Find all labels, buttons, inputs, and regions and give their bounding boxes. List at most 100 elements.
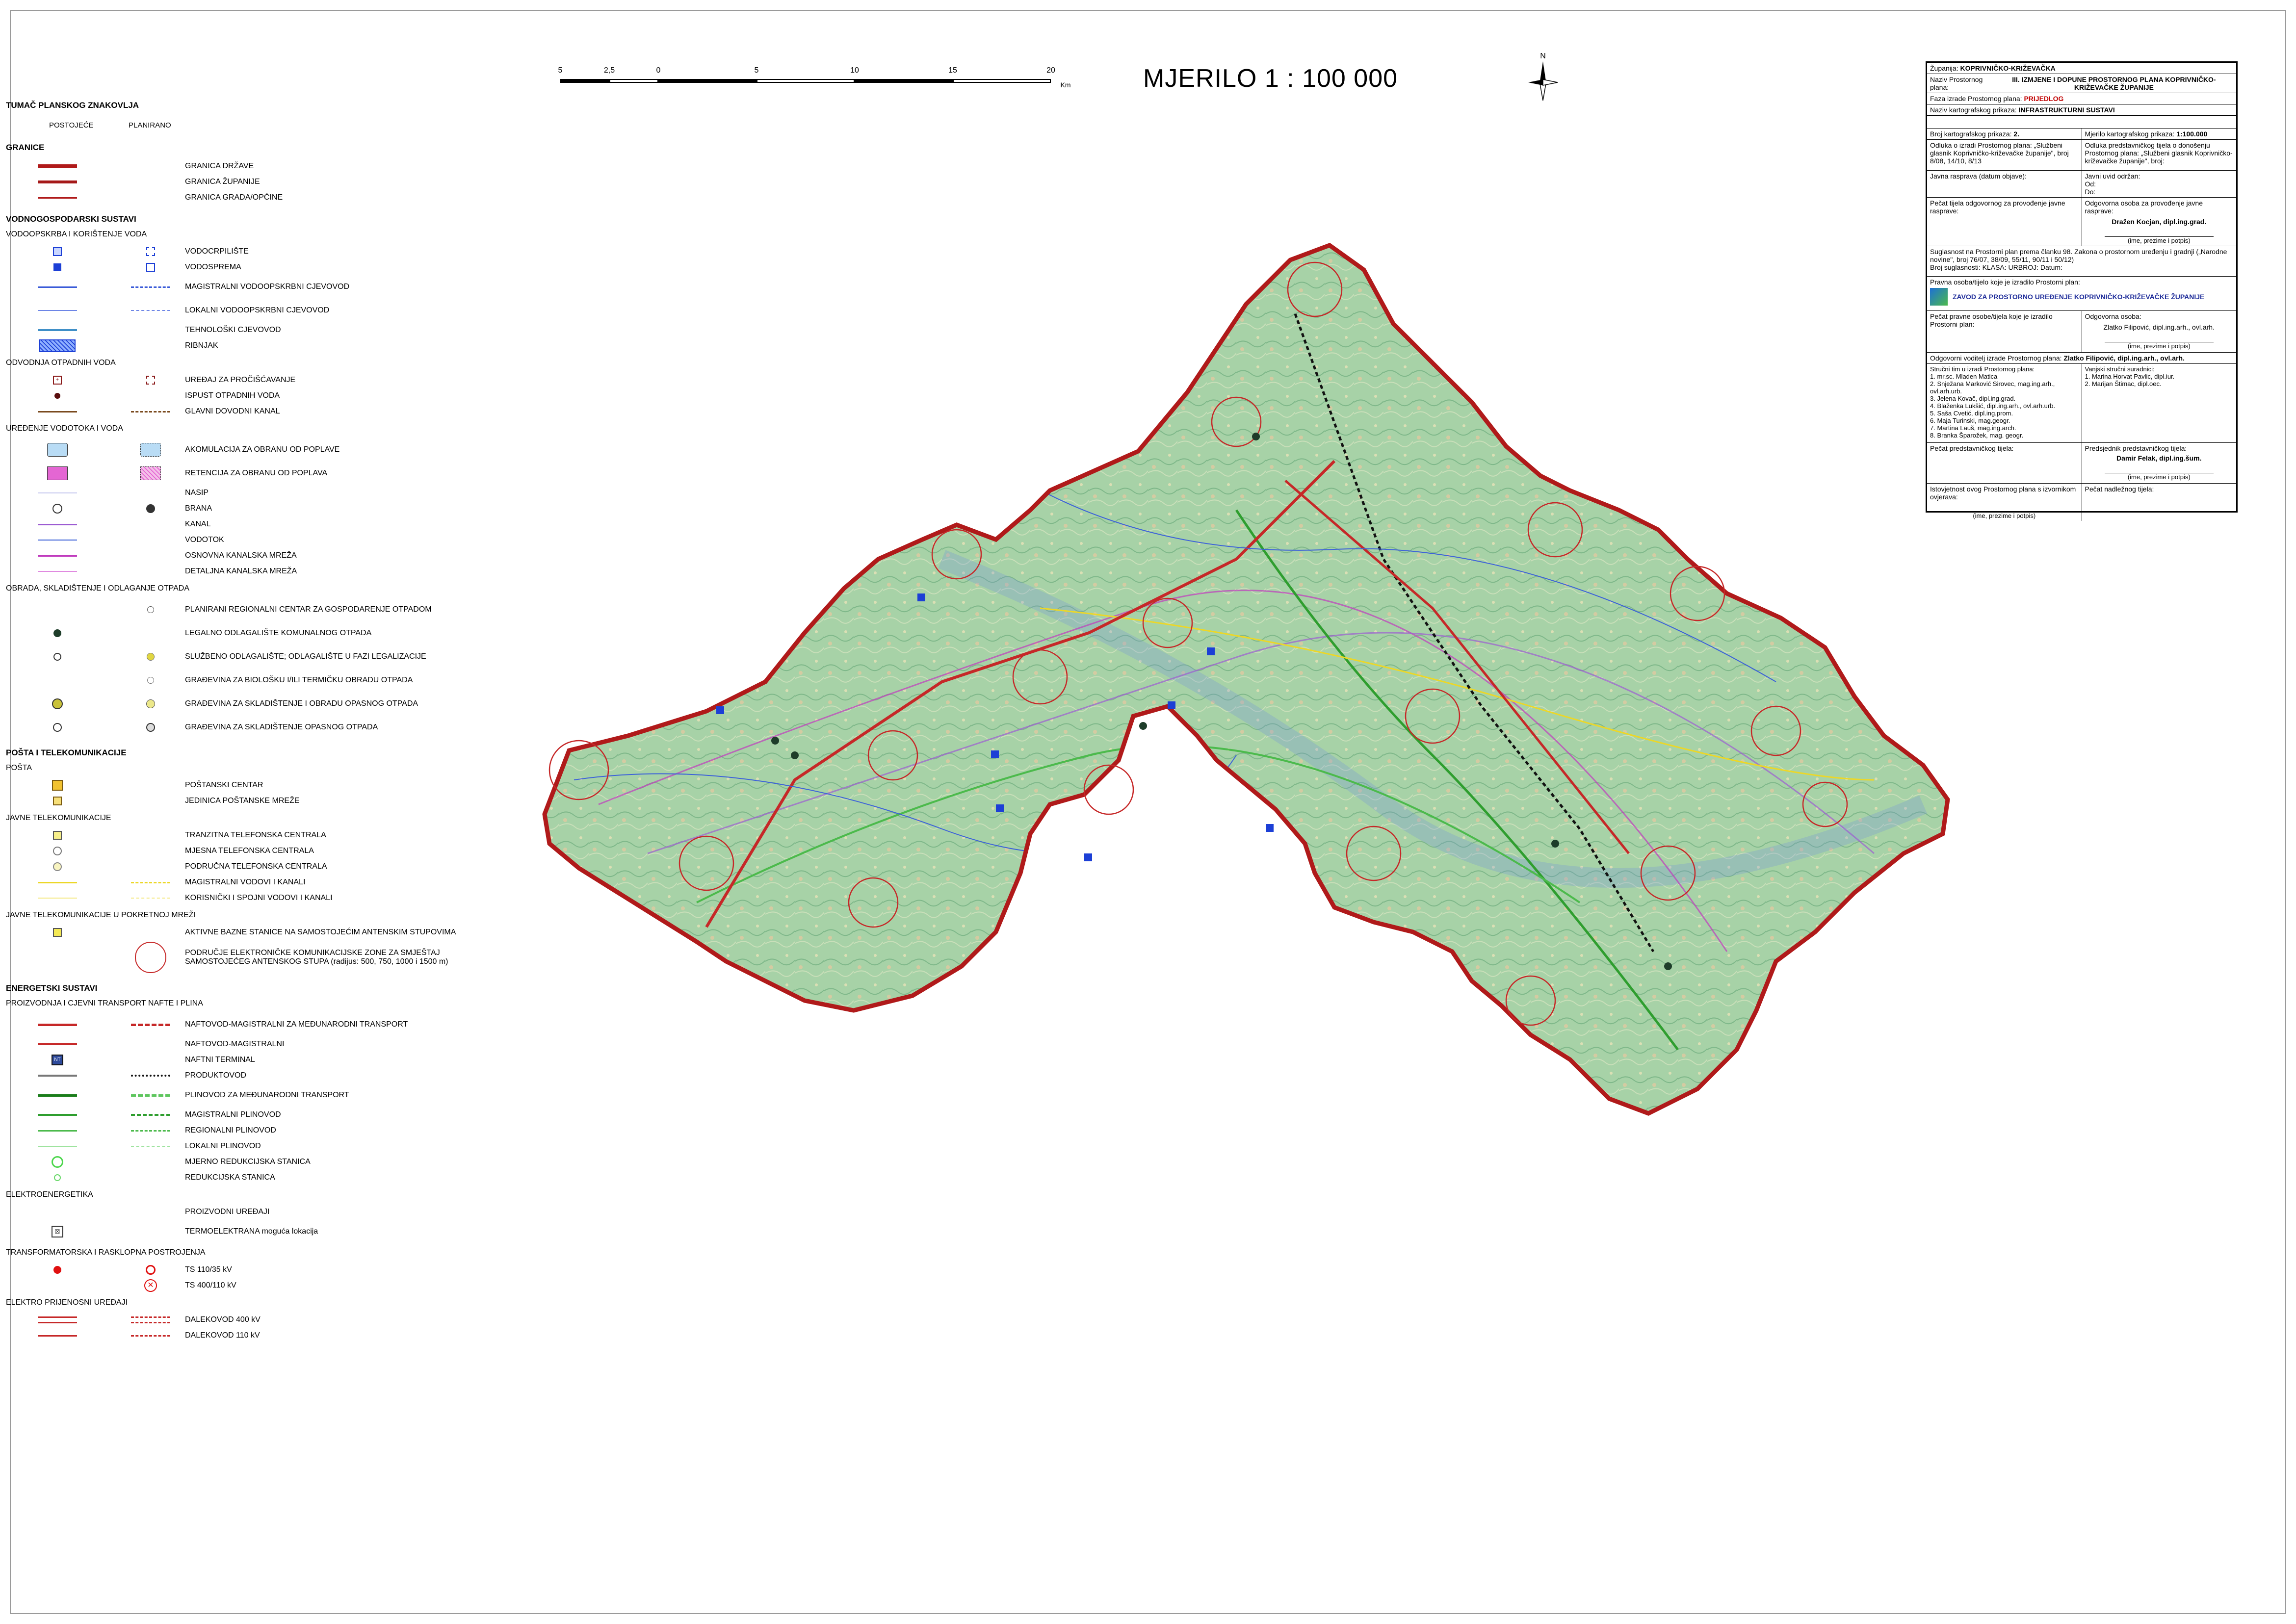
- legend-item: MJERNO REDUKCIJSKA STANICA: [185, 1158, 311, 1166]
- legend-item: DALEKOVOD 400 kV: [185, 1315, 261, 1324]
- tb-predsjednik: Damir Felak, dipl.ing.šum.: [2116, 454, 2202, 462]
- tb-voditelj: Zlatko Filipović, dipl.ing.arh., ovl.arh…: [2063, 354, 2185, 362]
- tb-javni-do: Do:: [2085, 188, 2096, 196]
- tb-faza-value: PRIJEDLOG: [2024, 95, 2064, 103]
- legend-item: SLUŽBENO ODLAGALIŠTE; ODLAGALIŠTE U FAZI…: [185, 652, 426, 661]
- legend-item: TS 110/35 kV: [185, 1265, 232, 1274]
- legend-item: GRAĐEVINA ZA SKLADIŠTENJE I OBRADU OPASN…: [185, 699, 418, 708]
- tb-tim-member: 6. Maja Turinski, mag.geogr.: [1930, 417, 2010, 424]
- legend-item: POŠTANSKI CENTAR: [185, 781, 263, 789]
- legend-item: PLINOVOD ZA MEĐUNARODNI TRANSPORT: [185, 1091, 349, 1099]
- tb-potpis: (ime, prezime i potpis): [2104, 236, 2214, 244]
- legend-item: MAGISTRALNI VODOVI I KANALI: [185, 878, 306, 886]
- tb-naziv-label: Naziv Prostornog plana:: [1930, 76, 1983, 91]
- legend-title: TUMAČ PLANSKOG ZNAKOVLJA: [6, 101, 139, 110]
- legend-item: LOKALNI VODOOPSKRBNI CJEVOVOD: [185, 306, 330, 314]
- scale-tick: 5: [754, 66, 759, 75]
- scale-bar: 5 2,5 0 5 10 15 20 Km: [549, 66, 1071, 96]
- tb-tim-member: 3. Jelena Kovač, dipl.ing.grad.: [1930, 395, 2016, 402]
- tb-strucni-label: Stručni tim u izradi Prostornog plana:: [1930, 365, 2035, 373]
- tb-tim-member: 5. Saša Cvetić, dipl.ing.prom.: [1930, 410, 2013, 417]
- legend-item: GRAĐEVINA ZA SKLADIŠTENJE OPASNOG OTPADA: [185, 723, 378, 731]
- legend-subsection: UREĐENJE VODOTOKA I VODA: [6, 424, 123, 433]
- legend-item: GRANICA DRŽAVE: [185, 162, 254, 170]
- legend-item: TERMOELEKTRANA moguća lokacija: [185, 1227, 318, 1236]
- tb-mjerilo-label: Mjerilo kartografskog prikaza:: [2085, 130, 2175, 138]
- legend-subsection: POŠTA: [6, 764, 32, 772]
- legend-header-existing: POSTOJEĆE: [49, 121, 94, 129]
- tb-broj-label: Broj kartografskog prikaza:: [1930, 130, 2012, 138]
- legend-item: VODOCRPILIŠTE: [185, 247, 249, 256]
- legend-subsection: JAVNE TELEKOMUNIKACIJE U POKRETNOJ MREŽI: [6, 911, 196, 919]
- legend-item: LOKALNI PLINOVOD: [185, 1142, 261, 1150]
- legend-item: MJESNA TELEFONSKA CENTRALA: [185, 847, 314, 855]
- tb-javni-uvid: Javni uvid održan:: [2085, 172, 2140, 180]
- tb-vanjski-member: 1. Marina Horvat Pavlic, dipl.iur.: [2085, 373, 2175, 380]
- legend-item: NAFTNI TERMINAL: [185, 1056, 255, 1064]
- scale-title: MJERILO 1 : 100 000: [1143, 64, 1398, 93]
- legend-item: DETALJNA KANALSKA MREŽA: [185, 567, 297, 575]
- tb-istovjetnost: Istovjetnost ovog Prostornog plana s izv…: [1930, 485, 2076, 501]
- legend-item: RETENCIJA ZA OBRANU OD POPLAVA: [185, 469, 328, 477]
- legend-subsection: VODOOPSKRBA I KORIŠTENJE VODA: [6, 230, 147, 238]
- legend-section-vodno: VODNOGOSPODARSKI SUSTAVI: [6, 214, 136, 224]
- legend-subsection: ELEKTRO PRIJENOSNI UREĐAJI: [6, 1298, 128, 1307]
- tb-zavod: ZAVOD ZA PROSTORNO UREĐENJE KOPRIVNIČKO-…: [1953, 293, 2205, 301]
- legend-item: REGIONALNI PLINOVOD: [185, 1126, 276, 1134]
- legend-subsection: PROIZVODNJA I CJEVNI TRANSPORT NAFTE I P…: [6, 999, 203, 1007]
- legend-item: BRANA: [185, 504, 212, 513]
- tb-tim-member: 1. mr.sc. Mladen Matica: [1930, 373, 1998, 380]
- scale-unit: Km: [1060, 81, 1071, 89]
- tb-odgovorna-osoba2: Zlatko Filipović, dipl.ing.arh., ovl.arh…: [2103, 323, 2215, 331]
- legend-item: PODRUČJE ELEKTRONIČKE KOMUNIKACIJSKE ZON…: [185, 949, 448, 966]
- legend-item: VODOTOK: [185, 536, 224, 544]
- tb-suglasnost-broj: Broj suglasnosti: KLASA: URBROJ: Datum:: [1930, 263, 2062, 271]
- legend-item: GLAVNI DOVODNI KANAL: [185, 407, 280, 415]
- legend-item: TRANZITNA TELEFONSKA CENTRALA: [185, 831, 326, 839]
- legend-section-energetski: ENERGETSKI SUSTAVI: [6, 983, 98, 993]
- scale-tick: 5: [558, 66, 563, 75]
- legend-item: JEDINICA POŠTANSKE MREŽE: [185, 797, 300, 805]
- legend-item: NAFTOVOD-MAGISTRALNI ZA MEĐUNARODNI TRAN…: [185, 1020, 408, 1029]
- legend-item: PRODUKTOVOD: [185, 1071, 247, 1080]
- legend-item: MAGISTRALNI VODOOPSKRBNI CJEVOVOD: [185, 283, 350, 291]
- tb-odgovorna-osoba: Dražen Kocjan, dipl.ing.grad.: [2112, 218, 2207, 226]
- tb-predsjednik-label: Predsjednik predstavničkog tijela:: [2085, 444, 2187, 452]
- legend-item: TS 400/110 kV: [185, 1281, 236, 1289]
- tb-odluka-izradi: Odluka o izradi Prostornog plana: „Služb…: [1927, 140, 2082, 170]
- legend-subsection: ODVODNJA OTPADNIH VODA: [6, 359, 116, 367]
- tb-odluka-donosenju: Odluka predstavničkog tijela o donošenju…: [2085, 141, 2233, 165]
- north-arrow-icon: N: [1526, 52, 1560, 105]
- legend-item: RIBNJAK: [185, 341, 218, 350]
- tb-javna-rasprava: Javna rasprava (datum objave):: [1927, 171, 2082, 197]
- tb-pecat-predstavnickog: Pečat predstavničkog tijela:: [1927, 443, 2082, 483]
- legend-item: UREĐAJ ZA PROČIŠĆAVANJE: [185, 376, 296, 384]
- scale-tick: 20: [1046, 66, 1055, 75]
- legend-item: GRANICA GRADA/OPĆINE: [185, 193, 283, 202]
- legend-subsection: JAVNE TELEKOMUNIKACIJE: [6, 814, 111, 822]
- legend-item: VODOSPREMA: [185, 263, 241, 271]
- tb-broj-value: 2.: [2013, 130, 2020, 138]
- tb-tim-member: 8. Branka Šparožek, mag. geogr.: [1930, 432, 2024, 439]
- legend-item: AKTIVNE BAZNE STANICE NA SAMOSTOJEĆIM AN…: [185, 928, 456, 936]
- legend-section-posta: POŠTA I TELEKOMUNIKACIJE: [6, 748, 127, 757]
- legend-item: GRAĐEVINA ZA BIOLOŠKU I/ILI TERMIČKU OBR…: [185, 676, 413, 684]
- legend-item: PODRUČNA TELEFONSKA CENTRALA: [185, 862, 327, 871]
- scale-tick: 10: [850, 66, 859, 75]
- tb-odgovorna-osoba2-label: Odgovorna osoba:: [2085, 312, 2141, 320]
- tb-vanjski-member: 2. Marijan Štimac, dipl.oec.: [2085, 380, 2162, 387]
- legend-header-planned: PLANIRANO: [129, 121, 171, 129]
- legend-subsection: TRANSFORMATORSKA I RASKLOPNA POSTROJENJA: [6, 1248, 206, 1257]
- legend-item: GRANICA ŽUPANIJE: [185, 178, 260, 186]
- tb-zupanija-value: KOPRIVNIČKO-KRIŽEVAČKA: [1960, 64, 2056, 72]
- tb-pecat-tijela: Pečat tijela odgovornog za provođenje ja…: [1927, 198, 2082, 246]
- tb-javni-od: Od:: [2085, 180, 2096, 188]
- title-block: Županija: KOPRIVNIČKO-KRIŽEVAČKA Naziv P…: [1926, 61, 2238, 521]
- tb-zupanija-label: Županija:: [1930, 64, 1958, 72]
- legend-item: REDUKCIJSKA STANICA: [185, 1173, 275, 1182]
- legend-item: KANAL: [185, 520, 211, 528]
- tb-suglasnost: Suglasnost na Prostorni plan prema člank…: [1930, 248, 2227, 263]
- tb-tim-member: 7. Martina Lauš, mag.ing.arch.: [1930, 424, 2016, 432]
- legend-item: KORISNIČKI I SPOJNI VODOVI I KANALI: [185, 894, 333, 902]
- tb-naziv-value: III. IZMJENE I DOPUNE PROSTORNOG PLANA K…: [2012, 76, 2216, 91]
